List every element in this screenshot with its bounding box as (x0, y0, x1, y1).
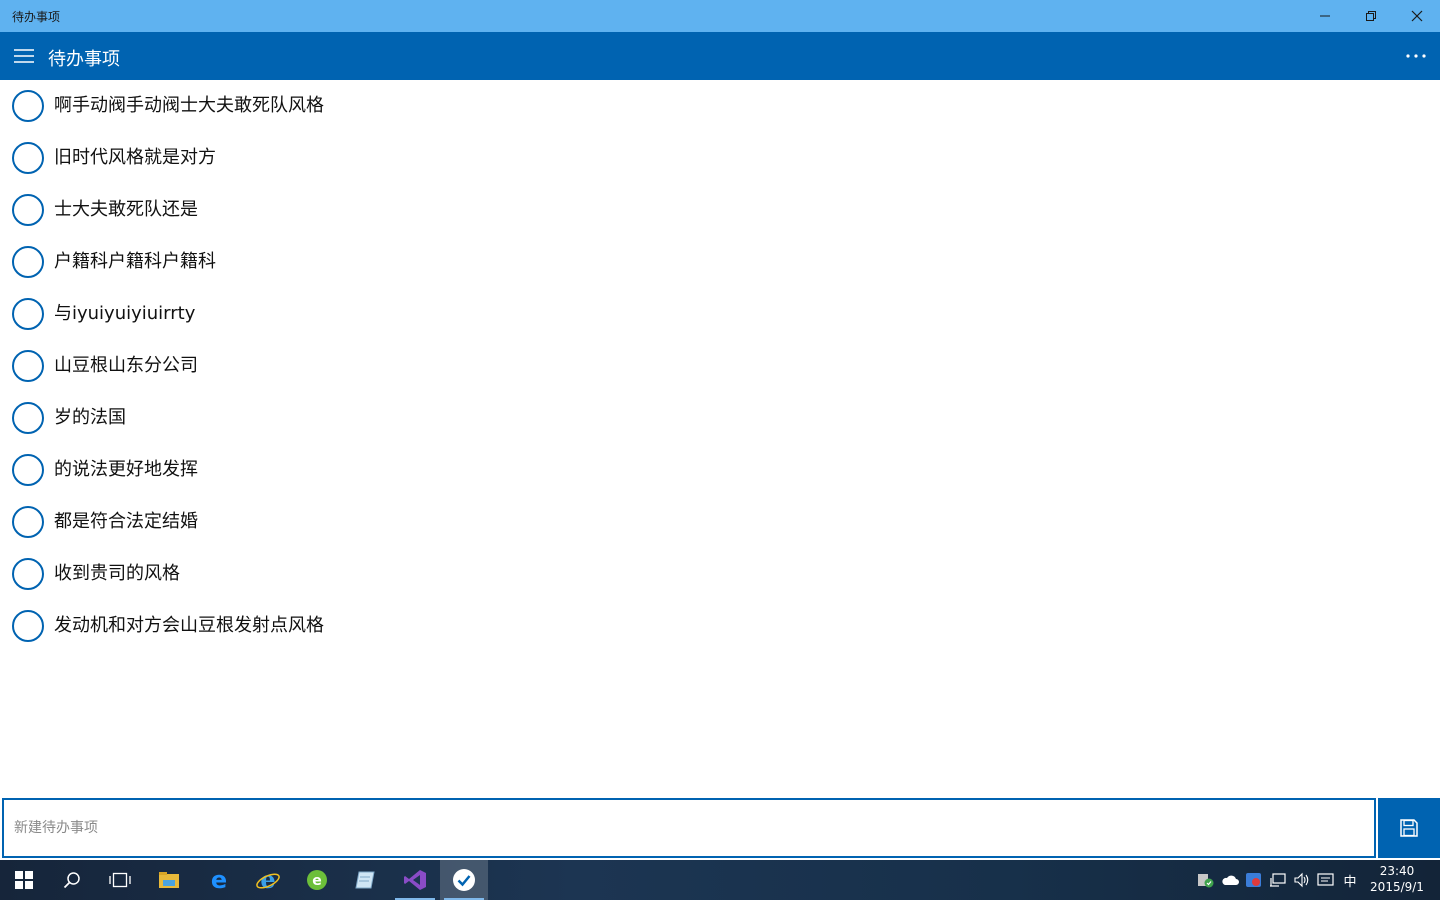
todo-app-icon (453, 869, 475, 891)
todo-text: 收到贵司的风格 (54, 563, 180, 584)
tray-app[interactable] (1242, 860, 1266, 900)
search-icon (63, 872, 80, 889)
new-todo-field (2, 798, 1376, 858)
list-item[interactable]: 户籍科户籍科户籍科 (0, 236, 1440, 288)
todo-text: 士大夫敢死队还是 (54, 199, 198, 220)
complete-checkbox[interactable] (12, 402, 44, 434)
minimize-icon (1320, 15, 1330, 17)
list-item[interactable]: 收到贵司的风格 (0, 548, 1440, 600)
todo-text: 山豆根山东分公司 (54, 355, 198, 376)
more-options-button[interactable] (1396, 40, 1436, 72)
list-item[interactable]: 与iyuiyuiyiuirrty (0, 288, 1440, 340)
todo-text: 旧时代风格就是对方 (54, 147, 216, 168)
network-icon (1270, 873, 1286, 887)
action-center-icon (1317, 873, 1334, 886)
list-item[interactable]: 的说法更好地发挥 (0, 444, 1440, 496)
save-icon (1400, 819, 1418, 837)
list-item[interactable]: 旧时代风格就是对方 (0, 132, 1440, 184)
tray-network[interactable] (1266, 860, 1290, 900)
complete-checkbox[interactable] (12, 558, 44, 590)
svg-text:e: e (312, 873, 322, 889)
todo-text: 发动机和对方会山豆根发射点风格 (54, 615, 324, 636)
todo-text: 都是符合法定结婚 (54, 511, 198, 532)
clock-time: 23:40 (1379, 864, 1415, 878)
taskbar-app-notepad[interactable] (341, 860, 389, 900)
complete-checkbox[interactable] (12, 194, 44, 226)
green-browser-icon: e (307, 870, 327, 890)
task-view-button[interactable] (96, 860, 144, 900)
taskbar-app-edge[interactable]: e (195, 860, 243, 900)
search-button[interactable] (48, 860, 96, 900)
task-view-icon (109, 872, 131, 888)
todo-text: 啊手动阀手动阀士大夫敢死队风格 (54, 95, 324, 116)
todo-text: 岁的法国 (54, 407, 126, 428)
list-item[interactable]: 山豆根山东分公司 (0, 340, 1440, 392)
security-shield-icon (1198, 874, 1214, 888)
edge-icon: e (211, 868, 227, 892)
tray-volume[interactable] (1290, 860, 1314, 900)
more-icon (1406, 54, 1426, 58)
save-button[interactable] (1378, 798, 1440, 858)
window-title: 待办事项 (12, 10, 61, 24)
list-item[interactable]: 岁的法国 (0, 392, 1440, 444)
volume-icon (1294, 872, 1309, 888)
tray-security[interactable] (1194, 860, 1218, 900)
complete-checkbox[interactable] (12, 350, 44, 382)
complete-checkbox[interactable] (12, 90, 44, 122)
taskbar-app-visual-studio[interactable] (391, 860, 439, 900)
page-title: 待办事项 (48, 49, 120, 70)
todo-text: 与iyuiyuiyiuirrty (54, 303, 196, 324)
tray-notifications[interactable] (1314, 860, 1338, 900)
visual-studio-icon (404, 870, 426, 890)
complete-checkbox[interactable] (12, 506, 44, 538)
list-item[interactable]: 士大夫敢死队还是 (0, 184, 1440, 236)
list-item[interactable]: 啊手动阀手动阀士大夫敢死队风格 (0, 80, 1440, 132)
complete-checkbox[interactable] (12, 298, 44, 330)
input-method-indicator[interactable]: 中 (1340, 871, 1360, 890)
notepad-icon (355, 871, 375, 889)
cloud-icon (1222, 875, 1239, 885)
start-button[interactable] (0, 860, 48, 900)
hamburger-menu-button[interactable] (8, 40, 40, 72)
todo-text: 户籍科户籍科户籍科 (54, 251, 216, 272)
new-todo-input[interactable] (4, 800, 1374, 856)
taskbar-app-todo[interactable] (440, 860, 488, 900)
complete-checkbox[interactable] (12, 246, 44, 278)
close-icon (1411, 10, 1423, 22)
list-item[interactable]: 都是符合法定结婚 (0, 496, 1440, 548)
minimize-button[interactable] (1302, 0, 1348, 32)
app-tray-icon (1246, 873, 1261, 887)
taskbar: e e e 中 23:40 2015/9/1 (0, 860, 1440, 900)
tray-onedrive[interactable] (1218, 860, 1242, 900)
complete-checkbox[interactable] (12, 454, 44, 486)
hamburger-icon (14, 49, 34, 63)
taskbar-app-internet-explorer[interactable]: e (244, 860, 292, 900)
todo-list: 啊手动阀手动阀士大夫敢死队风格 旧时代风格就是对方 士大夫敢死队还是 户籍科户籍… (0, 80, 1440, 652)
start-icon (15, 871, 33, 889)
close-button[interactable] (1394, 0, 1440, 32)
taskbar-app-file-explorer[interactable] (145, 860, 193, 900)
clock-date: 2015/9/1 (1370, 880, 1424, 894)
complete-checkbox[interactable] (12, 610, 44, 642)
restore-icon (1366, 11, 1376, 21)
list-item[interactable]: 发动机和对方会山豆根发射点风格 (0, 600, 1440, 652)
internet-explorer-icon: e (256, 868, 280, 892)
taskbar-app-green-browser[interactable]: e (293, 860, 341, 900)
file-explorer-icon (159, 872, 179, 888)
system-clock[interactable]: 23:40 2015/9/1 (1362, 863, 1432, 895)
app-header: 待办事项 (0, 32, 1440, 80)
complete-checkbox[interactable] (12, 142, 44, 174)
svg-text:e: e (211, 868, 227, 892)
window-titlebar: 待办事项 (0, 0, 1440, 32)
todo-text: 的说法更好地发挥 (54, 459, 198, 480)
restore-button[interactable] (1348, 0, 1394, 32)
